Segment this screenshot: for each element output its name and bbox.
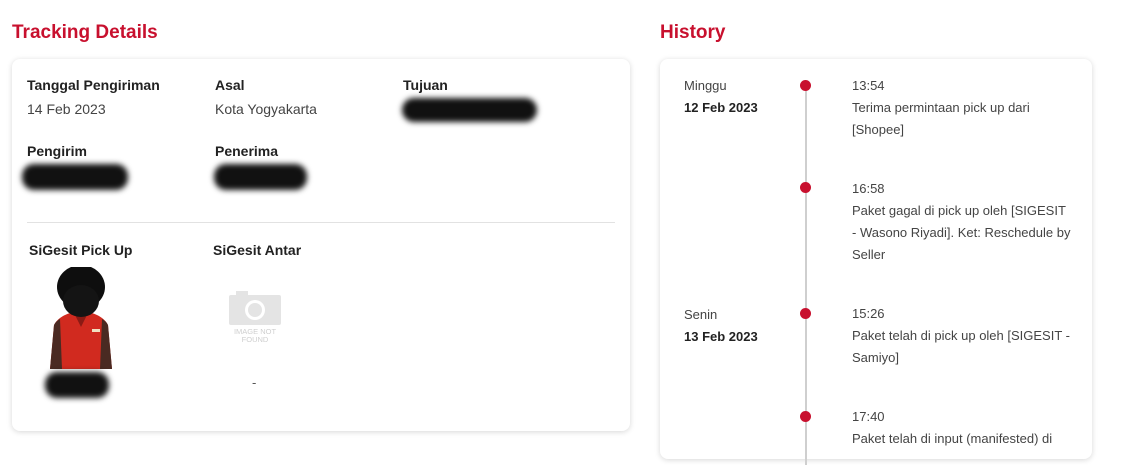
- event-time: 16:58: [852, 181, 885, 196]
- antar-courier-name: -: [252, 375, 257, 390]
- event-day: Senin: [684, 307, 718, 322]
- field-penerima: Penerima: [215, 143, 278, 159]
- timeline-dot: [800, 80, 811, 91]
- tanggal-pengiriman-value: 14 Feb 2023: [27, 101, 106, 117]
- divider: [27, 222, 615, 223]
- timeline-dot: [800, 411, 811, 422]
- event-day: Minggu: [684, 78, 727, 93]
- penerima-redacted: [214, 164, 307, 190]
- field-tanggal-pengiriman: Tanggal Pengiriman 14 Feb 2023: [27, 77, 160, 117]
- sigesit-pickup-label: SiGesit Pick Up: [29, 242, 133, 258]
- field-sigesit-pickup: SiGesit Pick Up: [29, 242, 132, 258]
- history-card: Minggu 12 Feb 2023 13:54 Terima perminta…: [660, 59, 1092, 465]
- tracking-details-card: Tanggal Pengiriman 14 Feb 2023 Asal Kota…: [12, 59, 630, 431]
- field-asal: Asal Kota Yogyakarta: [215, 77, 317, 117]
- placeholder-text-2: FOUND: [242, 335, 269, 344]
- field-tujuan: Tujuan: [403, 77, 448, 93]
- image-not-found-icon: IMAGE NOT FOUND: [229, 291, 281, 344]
- event-date: 13 Feb 2023: [684, 329, 758, 344]
- tujuan-redacted: [402, 98, 537, 122]
- event-time: 15:26: [852, 306, 885, 321]
- timeline-line: [805, 85, 807, 465]
- pickup-courier-name-redacted: [45, 372, 109, 398]
- pengirim-label: Pengirim: [27, 143, 87, 159]
- timeline-dot: [800, 308, 811, 319]
- field-sigesit-antar: SiGesit Antar: [213, 242, 301, 258]
- pengirim-redacted: [22, 164, 128, 190]
- sigesit-antar-label: SiGesit Antar: [213, 242, 302, 258]
- asal-label: Asal: [215, 77, 245, 93]
- tracking-details-title: Tracking Details: [12, 22, 158, 43]
- event-time: 13:54: [852, 78, 885, 93]
- asal-value: Kota Yogyakarta: [215, 101, 317, 117]
- event-description: Paket telah di input (manifested) di: [852, 431, 1053, 446]
- event-description: Terima permintaan pick up dari [Shopee]: [852, 100, 1030, 137]
- penerima-label: Penerima: [215, 143, 279, 159]
- pickup-courier-photo: [44, 267, 118, 369]
- tanggal-pengiriman-label: Tanggal Pengiriman: [27, 77, 160, 93]
- event-time: 17:40: [852, 409, 885, 424]
- timeline-dot: [800, 182, 811, 193]
- event-description: Paket telah di pick up oleh [SIGESIT - S…: [852, 328, 1070, 365]
- history-title: History: [660, 22, 726, 43]
- field-pengirim: Pengirim: [27, 143, 87, 159]
- event-date: 12 Feb 2023: [684, 100, 758, 115]
- event-description: Paket gagal di pick up oleh [SIGESIT - W…: [852, 203, 1071, 262]
- tujuan-label: Tujuan: [403, 77, 448, 93]
